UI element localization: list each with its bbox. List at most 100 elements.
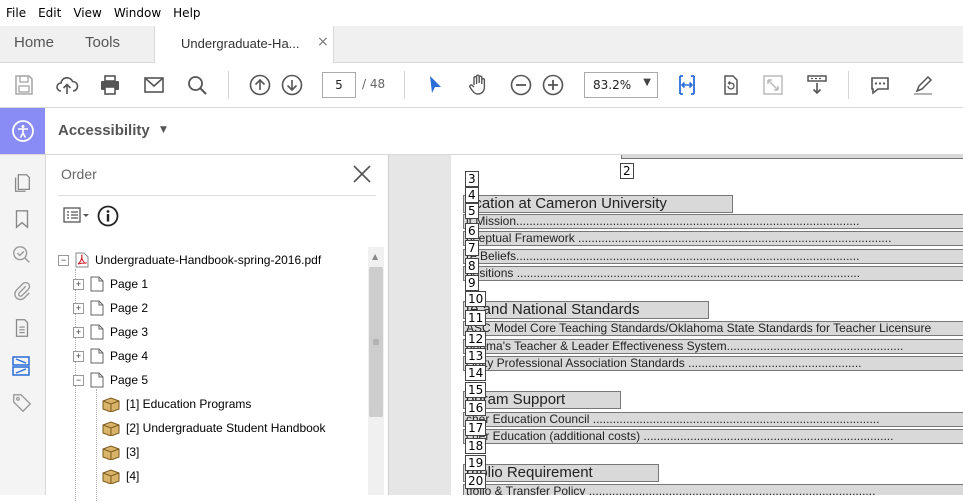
page-thumbnails-button[interactable]	[9, 170, 35, 196]
reading-order-tag[interactable]: 10	[465, 291, 487, 307]
zoom-level-select[interactable]: 83.2% ▼	[584, 72, 658, 98]
tags-button[interactable]	[9, 390, 35, 416]
nav-home[interactable]: Home	[14, 34, 54, 51]
email-button[interactable]	[140, 71, 168, 99]
fit-width-button[interactable]	[673, 71, 701, 99]
heading-line[interactable]: rtfolio Requirement	[463, 464, 659, 482]
tree-item-page-1[interactable]: + Page 1	[73, 274, 148, 294]
scroll-up-arrow-icon[interactable]: ▲	[372, 252, 378, 261]
tree-item-page-3[interactable]: + Page 3	[73, 322, 148, 342]
toc-line[interactable]: cher Education Council .................…	[463, 412, 963, 427]
toc-line[interactable]: ahoma's Teacher & Leader Effectiveness S…	[463, 339, 963, 354]
reading-order-tag[interactable]: 14	[465, 365, 487, 381]
reading-order-tag[interactable]: 18	[465, 438, 487, 454]
chevron-down-icon[interactable]: ▼	[160, 125, 167, 135]
toc-line[interactable]: it Mission..............................…	[463, 214, 963, 229]
reading-order-tag[interactable]: 7	[465, 240, 479, 256]
envelope-icon	[144, 77, 164, 93]
toc-line[interactable]: ASC Model Core Teaching Standards/Oklaho…	[463, 321, 963, 336]
print-button[interactable]	[96, 71, 124, 99]
menu-window[interactable]: Window	[108, 6, 167, 20]
toc-line[interactable]: nceptual Framework .....................…	[463, 231, 963, 246]
toolbar-separator	[404, 71, 405, 99]
expand-icon[interactable]: +	[73, 350, 84, 362]
full-screen-button[interactable]	[759, 71, 787, 99]
tree-item-tag-1[interactable]: [1] Education Programs	[102, 394, 251, 414]
collapse-icon[interactable]: −	[73, 374, 84, 386]
toc-line[interactable]: re Beliefs..............................…	[463, 249, 963, 264]
tab-close-icon[interactable]: ×	[317, 34, 329, 50]
reading-order-tag[interactable]: 17	[465, 420, 487, 436]
signature-check-icon	[13, 246, 30, 263]
tree-item-page-4[interactable]: + Page 4	[73, 346, 148, 366]
expand-icon[interactable]: +	[73, 302, 84, 314]
options-menu-button[interactable]	[63, 207, 91, 228]
reading-order-tag[interactable]: 3	[465, 171, 479, 187]
hand-tool-button[interactable]	[464, 71, 492, 99]
menu-view[interactable]: View	[67, 6, 107, 20]
previous-page-button[interactable]	[246, 71, 274, 99]
grip-icon	[373, 339, 379, 345]
close-panel-button[interactable]	[351, 163, 373, 185]
menu-edit[interactable]: Edit	[32, 6, 67, 20]
comment-button[interactable]	[866, 71, 894, 99]
box-icon	[102, 469, 120, 484]
zoom-out-button[interactable]	[507, 71, 535, 99]
expand-icon[interactable]: +	[73, 326, 84, 338]
menu-file[interactable]: File	[0, 6, 32, 20]
document-view[interactable]: ucation at Cameron University it Mission…	[389, 155, 963, 495]
highlight-button[interactable]	[909, 71, 937, 99]
accessibility-tool-button[interactable]	[0, 108, 45, 154]
reading-order-tag[interactable]: 4	[465, 187, 479, 203]
reading-order-tag[interactable]: 20	[465, 473, 487, 489]
zoom-in-button[interactable]	[539, 71, 567, 99]
toc-line[interactable]: cher Education (additional costs) ......…	[463, 429, 963, 444]
tree-item-page-2[interactable]: + Page 2	[73, 298, 148, 318]
tab-document[interactable]: Undergraduate-Ha... ×	[154, 26, 334, 63]
heading-line[interactable]: ucation at Cameron University	[463, 195, 733, 213]
search-button[interactable]	[183, 71, 211, 99]
expand-icon[interactable]: +	[73, 278, 84, 290]
tree-item-page-5[interactable]: − Page 5	[73, 370, 148, 390]
reading-order-tag[interactable]: 2	[620, 163, 634, 179]
info-button[interactable]	[97, 205, 119, 230]
menu-help[interactable]: Help	[167, 6, 206, 20]
pdf-file-icon	[75, 252, 89, 268]
reading-order-tag[interactable]: 15	[465, 382, 487, 398]
reading-order-tag[interactable]: 16	[465, 400, 487, 416]
reading-order-tag[interactable]: 11	[465, 310, 487, 326]
reading-order-tag[interactable]: 12	[465, 331, 487, 347]
tree-item-tag-4[interactable]: [4]	[102, 466, 139, 486]
upload-cloud-button[interactable]	[53, 71, 81, 99]
reading-order-tag[interactable]: 8	[465, 258, 479, 274]
rotate-view-button[interactable]	[716, 71, 744, 99]
reading-order-tag[interactable]: 9	[465, 275, 479, 291]
order-panel-button[interactable]	[9, 353, 35, 379]
reading-order-tag[interactable]: 13	[465, 348, 487, 364]
collapse-icon[interactable]: −	[58, 254, 69, 266]
signatures-button[interactable]	[9, 242, 35, 268]
tree-item-tag-2[interactable]: [2] Undergraduate Student Handbook	[102, 418, 325, 438]
tree-item-tag-3[interactable]: [3]	[102, 442, 139, 462]
heading-line[interactable]: te and National Standards	[463, 301, 709, 319]
tree-root[interactable]: − Undergraduate-Handbook-spring-2016.pdf	[58, 250, 321, 270]
toc-line[interactable]: tfolio & Transfer Policy ...............…	[463, 484, 963, 495]
heading-line[interactable]: ogram Support	[463, 391, 621, 409]
reading-order-tag[interactable]: 19	[465, 455, 487, 471]
toc-line[interactable]: cialty Professional Association Standard…	[463, 356, 963, 371]
next-page-button[interactable]	[278, 71, 306, 99]
reading-order-tag[interactable]: 6	[465, 223, 479, 239]
nav-tools[interactable]: Tools	[85, 34, 120, 51]
page-number-input[interactable]: 5	[322, 72, 356, 98]
tool-header: Accessibility ▼	[0, 108, 963, 155]
tool-title[interactable]: Accessibility	[58, 122, 150, 139]
save-button[interactable]	[10, 71, 38, 99]
attachments-button[interactable]	[9, 278, 35, 304]
select-tool-button[interactable]	[421, 71, 449, 99]
bookmarks-button[interactable]	[9, 206, 35, 232]
reading-order-tag[interactable]: 5	[465, 203, 479, 219]
content-button[interactable]	[9, 315, 35, 341]
scroll-mode-button[interactable]	[803, 71, 831, 99]
tab-document-title: Undergraduate-Ha...	[181, 36, 300, 51]
toc-line[interactable]: positions ..............................…	[463, 266, 963, 281]
